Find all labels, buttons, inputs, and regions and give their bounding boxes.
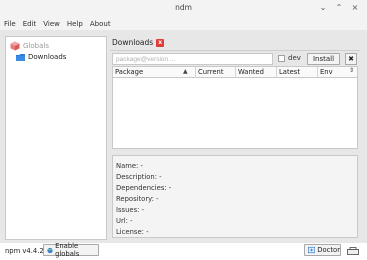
packages-table: Package ▲ Current Wanted Latest Env ⇕ — [112, 66, 358, 149]
menu-bar: File Edit View Help About — [0, 17, 367, 30]
column-wanted[interactable]: Wanted — [238, 68, 264, 76]
column-separator — [276, 67, 277, 78]
tab-divider — [110, 50, 360, 51]
sidebar-item-label: Downloads — [28, 53, 67, 61]
sidebar-item-downloads[interactable]: Downloads — [16, 53, 66, 61]
sidebar-item-globals[interactable]: Globals — [10, 41, 49, 51]
sidebar: Globals Downloads — [5, 36, 107, 240]
detail-url: Url: - — [116, 217, 133, 225]
menu-file[interactable]: File — [4, 20, 16, 28]
minimize-icon[interactable]: ⌄ — [318, 3, 328, 13]
tab-close-icon[interactable]: x — [156, 38, 165, 47]
sidebar-item-label: Globals — [23, 42, 49, 50]
detail-repository: Repository: - — [116, 195, 159, 203]
doctor-button[interactable]: Doctor — [304, 244, 341, 256]
npm-cube-icon — [10, 41, 20, 51]
column-separator — [195, 67, 196, 78]
column-env[interactable]: Env — [320, 68, 333, 76]
dev-checkbox[interactable] — [278, 55, 285, 62]
enable-globals-button[interactable]: Enable globals — [43, 242, 99, 258]
sort-ascending-icon[interactable]: ▲ — [183, 68, 188, 75]
activity-icon[interactable] — [347, 247, 359, 255]
folder-icon — [16, 53, 25, 61]
detail-description: Description: - — [116, 173, 162, 181]
install-button[interactable]: Install — [307, 53, 340, 65]
dev-label: dev — [288, 54, 301, 62]
close-window-icon[interactable]: × — [350, 3, 360, 13]
maximize-icon[interactable]: ⌃ — [334, 3, 344, 13]
column-current[interactable]: Current — [198, 68, 224, 76]
globe-icon — [47, 247, 53, 253]
tab-label: Downloads — [112, 38, 154, 47]
clear-icon[interactable]: ✖ — [345, 53, 357, 65]
doctor-icon — [308, 246, 316, 254]
doctor-label: Doctor — [317, 246, 340, 254]
npm-version: npm v4.4.2 — [5, 247, 44, 255]
detail-issues: Issues: - — [116, 206, 145, 214]
menu-about[interactable]: About — [90, 20, 111, 28]
column-package[interactable]: Package — [115, 68, 143, 76]
sort-toggle-icon[interactable]: ⇕ — [349, 67, 354, 74]
menu-view[interactable]: View — [43, 20, 60, 28]
detail-name: Name: - — [116, 162, 143, 170]
package-details: Name: - Description: - Dependencies: - R… — [112, 155, 358, 238]
column-separator — [317, 67, 318, 78]
window-title: ndm — [175, 3, 192, 12]
menu-help[interactable]: Help — [67, 20, 83, 28]
menu-edit[interactable]: Edit — [23, 20, 37, 28]
column-latest[interactable]: Latest — [279, 68, 300, 76]
table-header: Package ▲ Current Wanted Latest Env ⇕ — [113, 67, 357, 78]
detail-dependencies: Dependencies: - — [116, 184, 172, 192]
content-panel: Downloads x dev Install ✖ Package ▲ Curr… — [110, 36, 360, 240]
tab-downloads[interactable]: Downloads x — [112, 38, 165, 47]
column-separator — [235, 67, 236, 78]
package-input[interactable] — [112, 53, 273, 65]
title-bar: ndm ⌄ ⌃ × — [0, 0, 367, 17]
enable-globals-label: Enable globals — [55, 242, 80, 258]
detail-license: License: - — [116, 228, 149, 236]
